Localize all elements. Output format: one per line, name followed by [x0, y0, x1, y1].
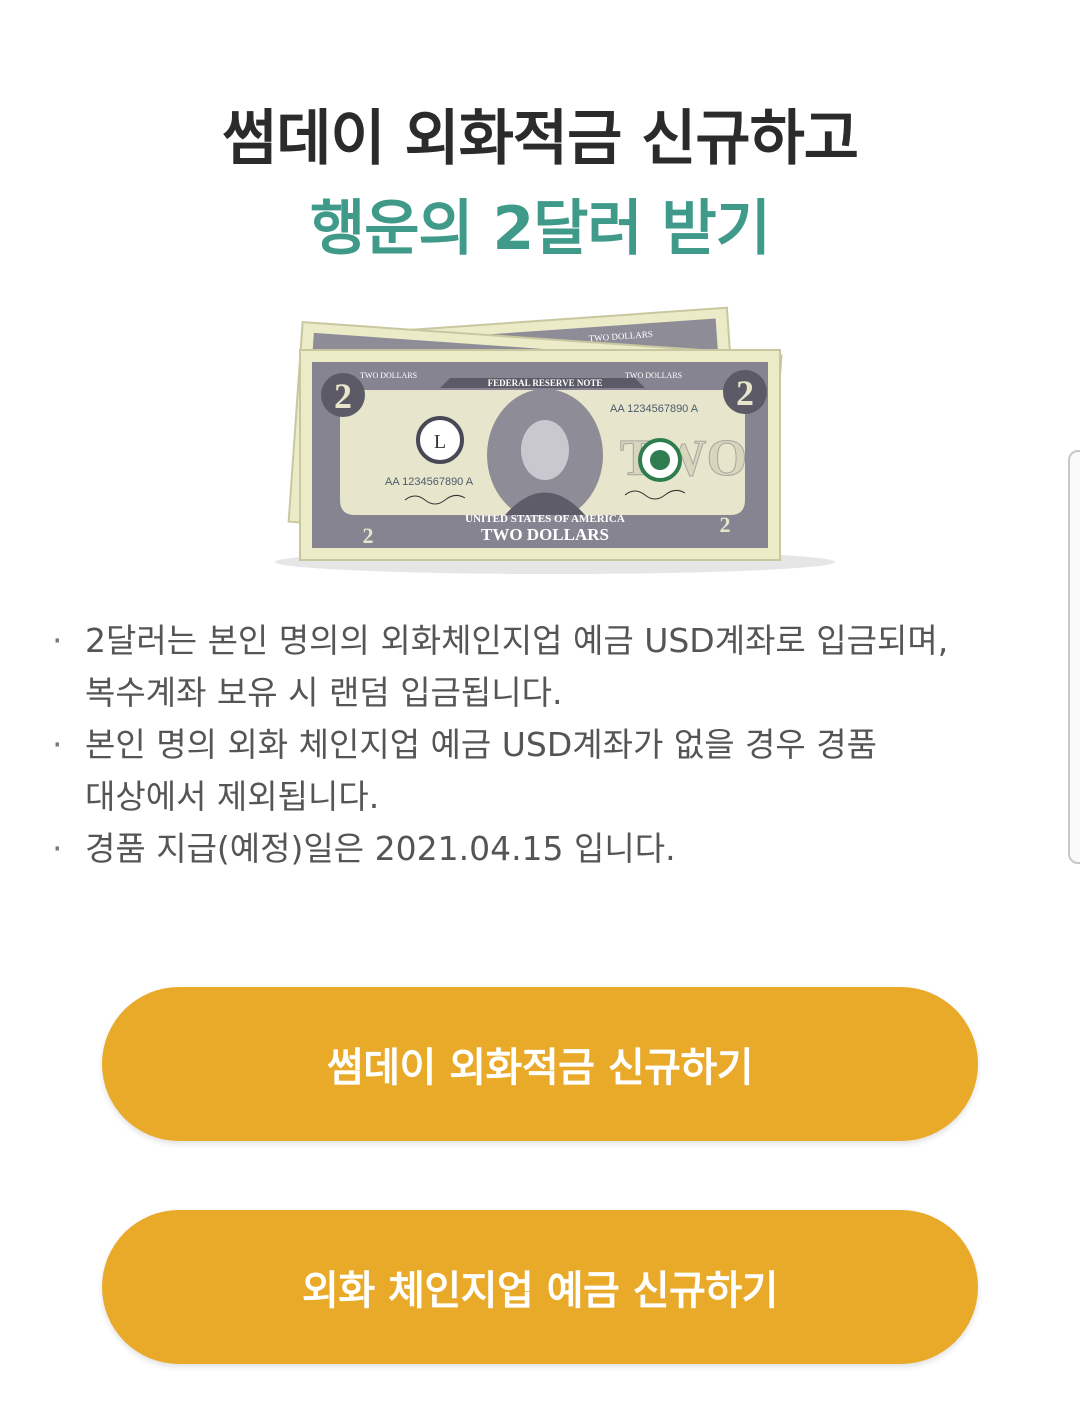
bill-seal-letter: L [434, 431, 446, 453]
bullet-dot: · [52, 621, 63, 660]
page-title: 썸데이 외화적금 신규하고 [222, 104, 859, 174]
notice-text: 본인 명의 외화 체인지업 예금 USD계좌가 없을 경우 경품 대상에서 제외… [85, 725, 877, 816]
denomination-bottom-left: 2 [363, 523, 374, 548]
bill-bottom-label: TWO DOLLARS [481, 525, 609, 544]
front-bill: FEDERAL RESERVE NOTE TWO DOLLARS TWO DOL… [299, 349, 781, 561]
bullet-dot: · [52, 725, 63, 764]
scroll-indicator[interactable] [1068, 450, 1080, 864]
bill-country: UNITED STATES OF AMERICA [465, 513, 625, 525]
denomination-top-left: 2 [334, 376, 352, 416]
denomination-top-right: 2 [736, 373, 754, 413]
serial-top: AA 1234567890 A [610, 403, 699, 415]
event-page: 썸데이 외화적금 신규하고 행운의 2달러 받기 TWO DOLLARS FED… [0, 0, 1080, 1414]
sumday-savings-signup-button[interactable]: 썸데이 외화적금 신규하기 [102, 987, 978, 1141]
notice-text: 2달러는 본인 명의의 외화체인지업 예금 USD계좌로 입금되며, 복수계좌 … [85, 621, 949, 712]
notice-list: · 2달러는 본인 명의의 외화체인지업 예금 USD계좌로 입금되며, 복수계… [50, 615, 1030, 875]
bullet-dot: · [52, 829, 63, 868]
page-subtitle: 행운의 2달러 받기 [310, 194, 771, 264]
serial-left: AA 1234567890 A [385, 476, 474, 488]
changeup-deposit-signup-button[interactable]: 외화 체인지업 예금 신규하기 [102, 1210, 978, 1364]
bill-top-label-left: TWO DOLLARS [360, 371, 417, 380]
bill-top-label-right: TWO DOLLARS [625, 371, 682, 380]
two-dollar-bill-illustration: TWO DOLLARS FEDERAL RESERVE NOTE TWO DOL… [255, 300, 835, 580]
bill-banner: FEDERAL RESERVE NOTE [488, 378, 603, 388]
notice-item: · 경품 지급(예정)일은 2021.04.15 입니다. [50, 823, 1030, 875]
notice-item: · 2달러는 본인 명의의 외화체인지업 예금 USD계좌로 입금되며, 복수계… [50, 615, 1030, 719]
denomination-bottom-right: 2 [720, 512, 731, 537]
notice-item: · 본인 명의 외화 체인지업 예금 USD계좌가 없을 경우 경품 대상에서 … [50, 719, 1030, 823]
notice-text: 경품 지급(예정)일은 2021.04.15 입니다. [85, 829, 676, 868]
